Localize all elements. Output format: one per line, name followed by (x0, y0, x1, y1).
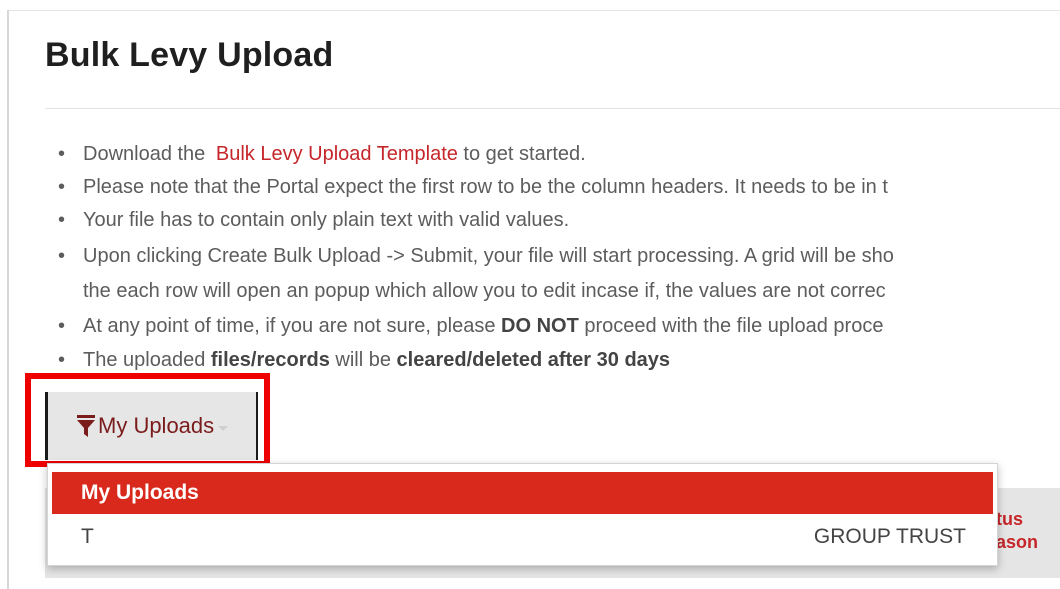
dropdown-option-group-trust[interactable]: T GROUP TRUST (52, 516, 993, 558)
template-download-link[interactable]: Bulk Levy Upload Template (216, 143, 458, 165)
option-right-label: GROUP TRUST (813, 525, 966, 548)
instruction-emphasis: DO NOT (501, 315, 579, 337)
instruction-text: The uploaded (83, 349, 211, 371)
bullet: • (58, 143, 66, 165)
bullet: • (58, 245, 66, 267)
dropdown-option-my-uploads[interactable]: My Uploads (52, 472, 993, 514)
instruction-text: the each row will open an popup which al… (83, 280, 886, 302)
page-title: Bulk Levy Upload (45, 36, 334, 74)
instruction-text: will be (329, 349, 397, 371)
panel-top-border (7, 10, 1060, 11)
instruction-continuation: the each row will open an popup which al… (83, 280, 886, 303)
option-left-label: T (81, 525, 94, 548)
filter-dropdown-menu: My Uploads T GROUP TRUST (47, 463, 998, 566)
instruction-text: Download the (83, 143, 211, 165)
instruction-item: • Your file has to contain only plain tex… (58, 209, 569, 232)
instruction-text: Please note that the Portal expect the f… (83, 176, 888, 198)
bullet: • (58, 315, 66, 337)
title-divider (45, 108, 1060, 109)
instruction-text: Your file has to contain only plain text… (83, 209, 570, 231)
instruction-item: • At any point of time, if you are not su… (58, 315, 883, 338)
bullet: • (58, 209, 66, 231)
annotation-highlight-box (25, 373, 270, 467)
instruction-text: At any point of time, if you are not sur… (83, 315, 502, 337)
instruction-emphasis: files/records (210, 349, 330, 371)
bullet: • (58, 176, 66, 198)
instruction-text: proceed with the file upload proce (578, 315, 884, 337)
instruction-emphasis: cleared/deleted after 30 days (396, 349, 671, 371)
instruction-item: • Upon clicking Create Bulk Upload -> Sub… (58, 245, 894, 268)
instruction-text: to get started. (457, 143, 586, 165)
instruction-item: • Please note that the Portal expect the … (58, 176, 888, 199)
instruction-item: • The uploaded files/records will be clea… (58, 349, 670, 372)
panel-left-border (7, 10, 9, 589)
bullet: • (58, 349, 66, 371)
instruction-text: Upon clicking Create Bulk Upload -> Subm… (83, 245, 894, 267)
instruction-item: • Download the Bulk Levy Upload Template … (58, 143, 586, 166)
